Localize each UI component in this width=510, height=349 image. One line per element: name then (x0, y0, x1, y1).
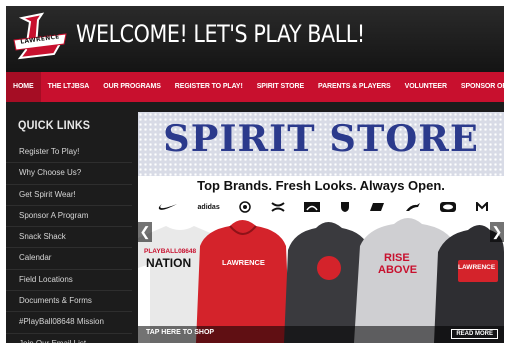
site-frame: LAWRENCE WELCOME! LET'S PLAY BALL! HOME … (6, 6, 504, 343)
quick-link-calendar[interactable]: Calendar (6, 248, 132, 270)
brand-m-logo-icon (475, 202, 488, 211)
site-header: LAWRENCE WELCOME! LET'S PLAY BALL! (6, 6, 504, 72)
quick-link-mission[interactable]: #PlayBall08648 Mission (6, 312, 132, 334)
nike-logo-icon (158, 204, 177, 210)
adidas-logo-icon: adidas (197, 203, 220, 211)
shirt2-text: LAWRENCE (222, 258, 265, 267)
brand-seal-logo-icon (239, 201, 251, 213)
nav-item-volunteer[interactable]: VOLUNTEER (398, 72, 454, 102)
shirt4-text-top: RISE (384, 252, 410, 264)
carousel-prev-button[interactable]: ❮ (138, 222, 152, 242)
nav-item-parents-players[interactable]: PARENTS & PLAYERS (311, 72, 398, 102)
quick-links-title: QUICK LINKS (18, 118, 91, 132)
shirt4-text-bottom: ABOVE (378, 264, 418, 276)
main-nav: HOME THE LTJBSA OUR PROGRAMS REGISTER TO… (6, 72, 504, 102)
spirit-store-banner[interactable]: SPIRIT STORE Top Brands. Fresh Looks. Al… (138, 112, 504, 343)
oakley-logo-icon (440, 202, 457, 212)
under-armour-logo-icon (271, 202, 285, 212)
quick-link-register[interactable]: Register To Play! (6, 142, 132, 164)
quick-link-snack-shack[interactable]: Snack Shack (6, 227, 132, 249)
apparel-display (138, 218, 504, 343)
nav-item-the-ltjbsa[interactable]: THE LTJBSA (41, 72, 97, 102)
brand-logo-row: adidas (158, 200, 488, 214)
nav-item-home[interactable]: HOME (6, 72, 41, 102)
nav-item-sponsor-or-donate[interactable]: SPONSOR OR DONATE (454, 72, 504, 102)
new-era-logo-icon (370, 203, 385, 211)
nav-item-register-to-play[interactable]: REGISTER TO PLAY! (168, 72, 250, 102)
nav-item-our-programs[interactable]: OUR PROGRAMS (96, 72, 168, 102)
site-title: WELCOME! LET'S PLAY BALL! (76, 20, 365, 48)
read-more-button[interactable]: READ MORE (451, 329, 498, 339)
the-north-face-logo-icon (304, 202, 321, 212)
quick-link-documents[interactable]: Documents & Forms (6, 291, 132, 313)
red-hoodie-shirt (196, 220, 290, 343)
quick-link-sponsor[interactable]: Sponsor A Program (6, 206, 132, 228)
puma-logo-icon (405, 203, 420, 211)
banner-title: SPIRIT STORE (163, 118, 479, 160)
tap-to-shop-link[interactable]: TAP HERE TO SHOP (146, 329, 214, 336)
quick-link-spirit-wear[interactable]: Get Spirit Wear! (6, 185, 132, 206)
quick-links-list: Register To Play! Why Choose Us? Get Spi… (6, 142, 132, 343)
quick-link-email-list[interactable]: Join Our Email List (6, 334, 132, 343)
quick-links-sidebar: QUICK LINKS Register To Play! Why Choose… (6, 112, 132, 343)
banner-tagline: Top Brands. Fresh Looks. Always Open. (197, 178, 445, 193)
shirt1-text-bottom: NATION (146, 256, 192, 270)
brand-shield-logo-icon (340, 202, 349, 212)
quick-link-why-choose-us[interactable]: Why Choose Us? (6, 163, 132, 185)
shirt5-text: LAWRENCE (458, 264, 496, 271)
quick-link-field-locations[interactable]: Field Locations (6, 270, 132, 292)
shirt1-text-top: PLAYBALL08648 (144, 248, 197, 255)
carousel-next-button[interactable]: ❯ (490, 222, 504, 242)
nav-item-spirit-store[interactable]: SPIRIT STORE (250, 72, 311, 102)
